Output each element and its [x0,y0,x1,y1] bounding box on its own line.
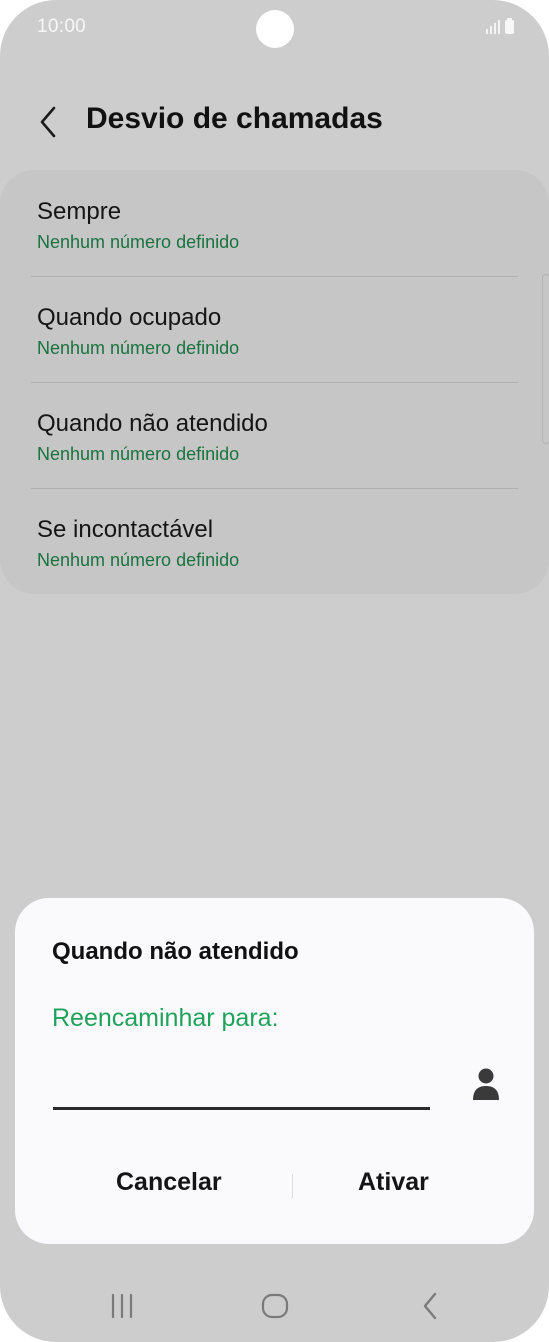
forward-to-label: Reencaminhar para: [52,1004,279,1032]
forwarding-options-list: Sempre Nenhum número definido Quando ocu… [0,170,549,594]
option-when-unreachable[interactable]: Se incontactável Nenhum número definido [0,488,549,594]
forward-dialog: Quando não atendido Reencaminhar para: C… [15,898,534,1244]
status-icons [486,18,514,34]
scrollbar[interactable] [542,274,549,444]
phone-screen: 10:00 Desvio de chamadas Sempre Nenhum n… [0,0,549,1342]
battery-icon [505,18,514,34]
option-title: Se incontactável [37,516,214,543]
button-separator [292,1174,293,1198]
home-button[interactable] [253,1286,297,1326]
status-time: 10:00 [37,16,87,37]
contacts-button[interactable] [467,1064,505,1104]
chevron-left-icon [40,106,56,138]
option-when-unanswered[interactable]: Quando não atendido Nenhum número defini… [0,382,549,488]
recent-apps-button[interactable] [100,1286,144,1326]
recent-apps-icon [111,1293,133,1319]
signal-icon [486,20,500,34]
option-title: Sempre [37,198,122,225]
forward-number-input[interactable] [53,1060,430,1110]
back-button[interactable] [28,100,68,144]
home-icon [261,1293,289,1319]
page-title: Desvio de chamadas [86,102,383,135]
option-always[interactable]: Sempre Nenhum número definido [0,170,549,276]
cancel-button[interactable]: Cancelar [116,1168,222,1197]
nav-back-button[interactable] [408,1286,452,1326]
option-subtitle: Nenhum número definido [37,550,240,570]
option-title: Quando não atendido [37,410,268,437]
activate-button[interactable]: Ativar [358,1168,429,1197]
option-subtitle: Nenhum número definido [37,232,240,252]
person-icon [473,1068,499,1100]
front-camera [256,10,294,48]
option-subtitle: Nenhum número definido [37,338,240,358]
option-when-busy[interactable]: Quando ocupado Nenhum número definido [0,276,549,382]
option-title: Quando ocupado [37,304,222,331]
dialog-title: Quando não atendido [52,938,299,965]
option-subtitle: Nenhum número definido [37,444,240,464]
back-icon [423,1292,437,1320]
